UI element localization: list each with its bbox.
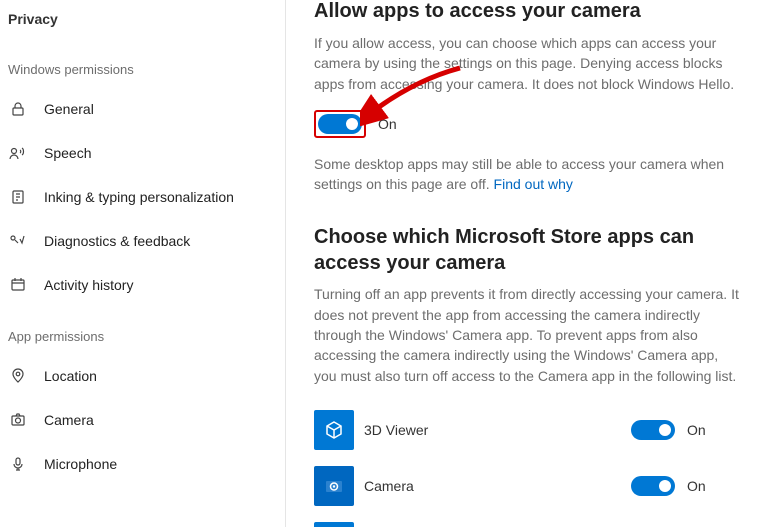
sidebar-item-label: Diagnostics & feedback (44, 233, 190, 249)
sidebar-item-label: Location (44, 368, 97, 384)
toggle-knob (346, 118, 358, 130)
desktop-apps-note: Some desktop apps may still be able to a… (314, 154, 734, 195)
app-name-label: 3D Viewer (364, 422, 631, 438)
camera-app-icon (323, 475, 345, 497)
app-row-cortana: Cortana Off (314, 514, 741, 527)
section-store-apps-desc: Turning off an app prevents it from dire… (314, 284, 741, 385)
sidebar-item-activity-history[interactable]: Activity history (0, 263, 285, 307)
diagnostics-icon (8, 231, 28, 251)
sidebar-title: Privacy (0, 0, 285, 40)
sidebar-item-label: Inking & typing personalization (44, 189, 234, 205)
app-toggle-camera[interactable] (631, 476, 675, 496)
location-icon (8, 366, 28, 386)
app-icon-camera (314, 466, 354, 506)
sidebar-item-label: Speech (44, 145, 91, 161)
sidebar-section-windows-permissions: Windows permissions (0, 40, 285, 87)
toggle-knob (659, 424, 671, 436)
sidebar-item-microphone[interactable]: Microphone (0, 442, 285, 486)
app-name-label: Camera (364, 478, 631, 494)
sidebar-item-location[interactable]: Location (0, 354, 285, 398)
sidebar-item-diagnostics[interactable]: Diagnostics & feedback (0, 219, 285, 263)
sidebar-item-label: Microphone (44, 456, 117, 472)
speech-icon (8, 143, 28, 163)
camera-access-toggle-label: On (378, 116, 397, 132)
inking-icon (8, 187, 28, 207)
section-store-apps-title: Choose which Microsoft Store apps can ac… (314, 224, 734, 276)
annotation-highlight-box (314, 110, 366, 138)
history-icon (8, 275, 28, 295)
sidebar-item-general[interactable]: General (0, 87, 285, 131)
cube-icon (323, 419, 345, 441)
sidebar-item-label: Activity history (44, 277, 133, 293)
camera-icon (8, 410, 28, 430)
sidebar-item-label: General (44, 101, 94, 117)
section-allow-apps-desc: If you allow access, you can choose whic… (314, 33, 741, 94)
toggle-knob (659, 480, 671, 492)
app-toggle-3d-viewer[interactable] (631, 420, 675, 440)
app-row-3d-viewer: 3D Viewer On (314, 402, 741, 458)
lock-icon (8, 99, 28, 119)
settings-sidebar: Privacy Windows permissions General Spee… (0, 0, 286, 527)
find-out-why-link[interactable]: Find out why (494, 176, 573, 192)
app-toggle-label: On (687, 422, 706, 438)
section-allow-apps-title: Allow apps to access your camera (314, 0, 741, 23)
sidebar-item-speech[interactable]: Speech (0, 131, 285, 175)
microphone-icon (8, 454, 28, 474)
app-row-camera: Camera On (314, 458, 741, 514)
camera-access-toggle[interactable] (318, 114, 362, 134)
app-toggle-label: On (687, 478, 706, 494)
app-icon-cortana (314, 522, 354, 527)
main-content: Allow apps to access your camera If you … (286, 0, 769, 527)
sidebar-item-inking[interactable]: Inking & typing personalization (0, 175, 285, 219)
sidebar-item-camera[interactable]: Camera (0, 398, 285, 442)
sidebar-item-label: Camera (44, 412, 94, 428)
app-icon-3d-viewer (314, 410, 354, 450)
sidebar-section-app-permissions: App permissions (0, 307, 285, 354)
camera-access-toggle-row: On (314, 110, 741, 138)
